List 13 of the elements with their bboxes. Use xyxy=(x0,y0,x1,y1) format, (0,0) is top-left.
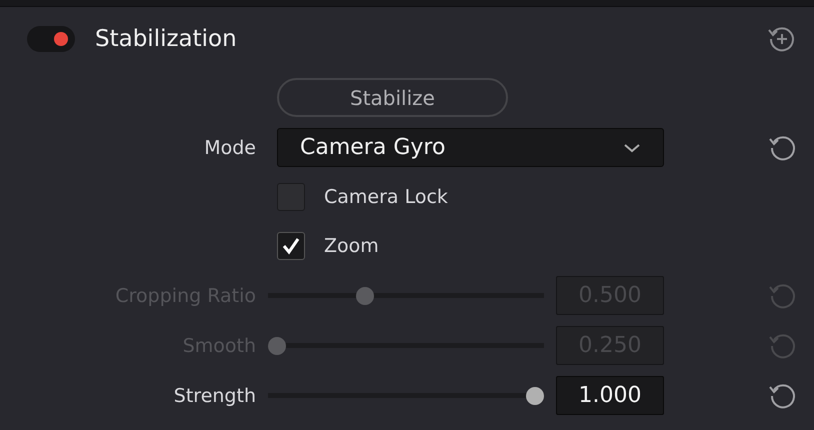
enable-toggle[interactable] xyxy=(27,26,75,52)
checkbox-label: Camera Lock xyxy=(324,186,448,208)
section-title: Stabilization xyxy=(95,26,238,52)
checkmark-icon xyxy=(280,235,302,257)
chevron-down-icon xyxy=(623,142,641,154)
field-label: Mode xyxy=(203,136,256,158)
mode-dropdown[interactable]: Camera Gyro xyxy=(277,128,664,167)
value-field[interactable]: 1.000 xyxy=(556,376,664,415)
slider-thumb[interactable] xyxy=(526,386,544,404)
checkbox-label: Zoom xyxy=(324,235,379,257)
checkbox[interactable] xyxy=(277,232,305,260)
stabilize-button[interactable]: Stabilize xyxy=(277,78,508,117)
slider-label: Strength xyxy=(172,384,256,406)
